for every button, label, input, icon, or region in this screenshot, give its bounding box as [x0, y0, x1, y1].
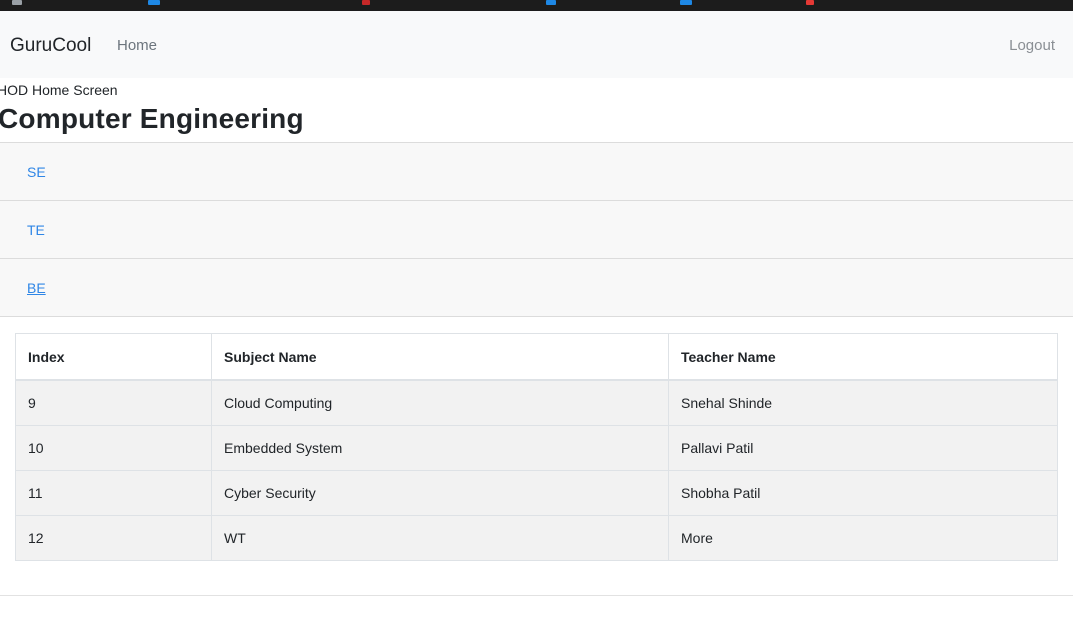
cell-subject-name: Embedded System [211, 425, 669, 471]
top-navbar: GuruCool Home Logout [0, 11, 1073, 78]
year-link-be[interactable]: BE [27, 280, 46, 297]
table-header-row: Index Subject Name Teacher Name [15, 333, 1058, 381]
taskbar-app-icon [546, 0, 556, 5]
cell-index: 12 [15, 515, 212, 561]
year-item-te: TE [0, 200, 1073, 258]
os-taskbar-strip [0, 0, 1073, 11]
cell-teacher-name: More [668, 515, 1058, 561]
year-link-se[interactable]: SE [27, 164, 46, 181]
table-row: 9 Cloud Computing Snehal Shinde [15, 379, 1058, 426]
cell-teacher-name: Snehal Shinde [668, 379, 1058, 426]
taskbar-app-icon [148, 0, 160, 5]
column-header-teacher-name: Teacher Name [668, 333, 1058, 381]
cell-subject-name: WT [211, 515, 669, 561]
taskbar-app-icon [12, 0, 22, 5]
year-link-te[interactable]: TE [27, 222, 45, 239]
column-header-subject-name: Subject Name [211, 333, 669, 381]
year-list: SE TE BE [0, 142, 1073, 317]
table-row: 10 Embedded System Pallavi Patil [15, 425, 1058, 471]
taskbar-app-icon [680, 0, 692, 5]
nav-logout-link[interactable]: Logout [1009, 37, 1055, 55]
year-item-be: BE [0, 258, 1073, 317]
cell-teacher-name: Shobha Patil [668, 470, 1058, 516]
nav-home-link[interactable]: Home [117, 37, 157, 55]
cell-index: 9 [15, 379, 212, 426]
taskbar-app-icon [806, 0, 814, 5]
page-subtitle: HOD Home Screen [0, 82, 118, 98]
cell-subject-name: Cyber Security [211, 470, 669, 516]
cell-teacher-name: Pallavi Patil [668, 425, 1058, 471]
taskbar-app-icon [362, 0, 370, 5]
cell-index: 10 [15, 425, 212, 471]
footer-divider [0, 595, 1073, 596]
year-item-se: SE [0, 142, 1073, 200]
table-row: 12 WT More [15, 515, 1058, 561]
cell-subject-name: Cloud Computing [211, 379, 669, 426]
subjects-table-container: Index Subject Name Teacher Name 9 Cloud … [15, 333, 1058, 561]
table-row: 11 Cyber Security Shobha Patil [15, 470, 1058, 516]
column-header-index: Index [15, 333, 212, 381]
page-title: Computer Engineering [0, 103, 304, 134]
subjects-table: Index Subject Name Teacher Name 9 Cloud … [15, 333, 1058, 561]
cell-index: 11 [15, 470, 212, 516]
brand-logo-text[interactable]: GuruCool [10, 35, 91, 57]
